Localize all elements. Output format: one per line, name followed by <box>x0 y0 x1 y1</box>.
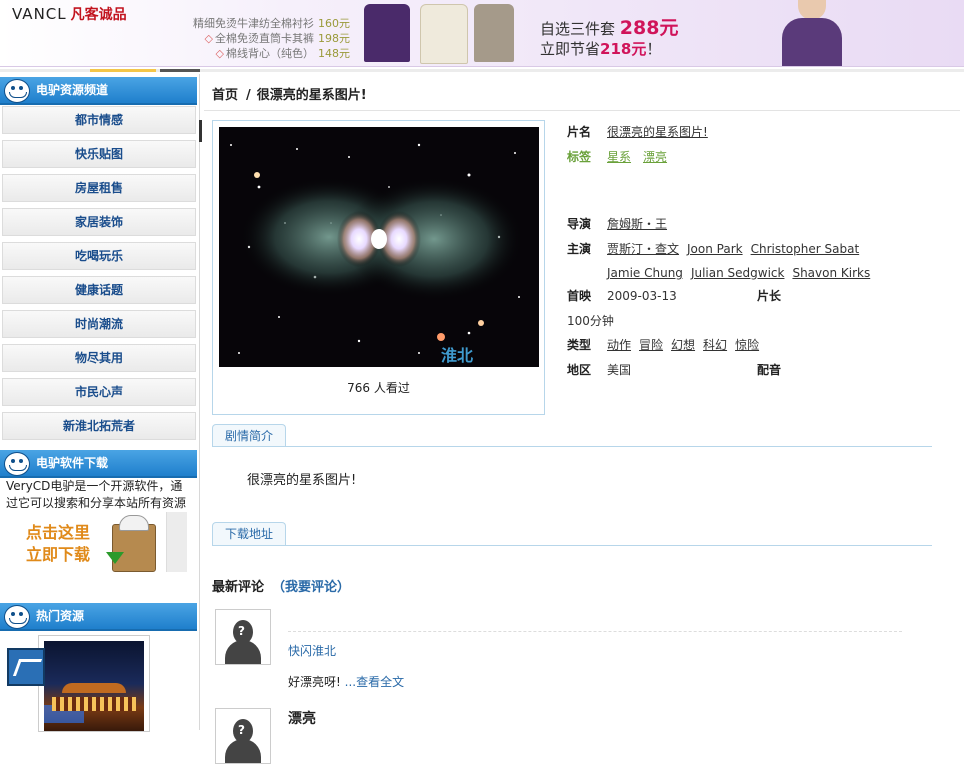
donkey-face-icon <box>4 452 30 476</box>
sidebar-item-home-decor[interactable]: 家居装饰 <box>2 208 196 236</box>
movie-name-link[interactable]: 很漂亮的星系图片! <box>607 125 708 139</box>
pants-image <box>474 4 514 62</box>
nebula-graphic: 淮北 <box>219 127 539 367</box>
tag-link[interactable]: 漂亮 <box>643 150 667 164</box>
tab-synopsis[interactable]: 剧情简介 <box>212 424 287 447</box>
vancl-logo[interactable]: VANCL 凡客诚品 <box>12 4 127 24</box>
breadcrumb: 首页 / 很漂亮的星系图片! <box>212 88 367 103</box>
sidebar-item-housing[interactable]: 房屋租售 <box>2 174 196 202</box>
tag-link[interactable]: 星系 <box>607 150 631 164</box>
release-date: 2009-03-13 <box>607 289 677 303</box>
region-value: 美国 <box>607 363 632 377</box>
hot-resource-icon[interactable] <box>7 648 45 686</box>
banner-offer: ◇ 棉线背心（纯色） 148元 <box>215 47 350 60</box>
cast-link[interactable]: Jamie Chung <box>607 266 683 280</box>
tab-divider <box>212 545 932 546</box>
poster-watermark: 淮北 <box>441 346 473 365</box>
tiananmen-night-image <box>44 641 144 731</box>
sweater-vest-image <box>364 4 410 62</box>
download-arrow-icon <box>106 552 124 564</box>
avatar[interactable]: ? <box>215 609 271 665</box>
synopsis-text: 很漂亮的星系图片! <box>247 473 357 488</box>
info-row-director: 导演 詹姆斯・王 <box>567 217 668 231</box>
header-divider-accent <box>90 69 156 72</box>
sidebar-channel-list: 都市情感 快乐贴图 房屋租售 家居装饰 吃喝玩乐 健康话题 时尚潮流 物尽其用 … <box>2 106 196 446</box>
genre-link[interactable]: 动作 <box>607 338 631 352</box>
movie-length: 100分钟 <box>567 314 614 328</box>
read-more-link[interactable]: ...查看全文 <box>345 675 404 689</box>
cast-link[interactable]: Shavon Kirks <box>792 266 870 280</box>
sidebar-divider-marker <box>199 120 202 142</box>
download-link[interactable]: 点击这里 立即下载 <box>26 522 90 566</box>
cast-link[interactable]: Christopher Sabat <box>751 242 860 256</box>
genre-link[interactable]: 冒险 <box>639 338 663 352</box>
sidebar-item-food-fun[interactable]: 吃喝玩乐 <box>2 242 196 270</box>
comments-header: 最新评论 （我要评论） <box>212 580 351 595</box>
software-scroll[interactable] <box>166 512 187 572</box>
sidebar-hot-header: 热门资源 <box>0 603 197 631</box>
donkey-face-icon <box>4 79 30 103</box>
genre-link[interactable]: 科幻 <box>703 338 727 352</box>
header-divider-accent <box>160 69 200 72</box>
breadcrumb-divider <box>204 110 960 111</box>
sidebar-item-fashion[interactable]: 时尚潮流 <box>2 310 196 338</box>
view-count: 766 人看过 <box>347 381 410 395</box>
breadcrumb-current: 很漂亮的星系图片! <box>256 88 367 103</box>
tab-divider <box>212 446 932 447</box>
sidebar-channel-header: 电驴资源频道 <box>0 77 197 105</box>
info-row-cast: 主演 贾斯汀・查文 Joon Park Christopher Sabat <box>567 242 860 256</box>
info-row-tags: 标签 星系 漂亮 <box>567 150 668 164</box>
comment-user-link[interactable]: 快闪淮北 <box>288 642 336 659</box>
banner-offer: 精细免烫牛津纺全棉衬衫 160元 <box>193 17 350 30</box>
banner-deal: 自选三件套 288元 立即节省218元！ <box>540 17 679 58</box>
sidebar-software-header: 电驴软件下载 <box>0 450 197 478</box>
hot-resource-thumbnail[interactable] <box>38 635 150 732</box>
vancl-ad-banner[interactable]: VANCL 凡客诚品 精细免烫牛津纺全棉衬衫 160元 ◇ 全棉免烫直筒卡其裤 198元… <box>0 0 964 67</box>
info-row-name: 片名 很漂亮的星系图片! <box>567 125 708 139</box>
sidebar-item-secondhand[interactable]: 物尽其用 <box>2 344 196 372</box>
genre-link[interactable]: 幻想 <box>671 338 695 352</box>
info-row-region: 地区 美国 <box>567 363 632 377</box>
banner-offers: 精细免烫牛津纺全棉衬衫 160元 ◇ 全棉免烫直筒卡其裤 198元 ◇ 棉线背心（纯色）… <box>180 16 350 61</box>
info-row-length: 片长 <box>757 289 782 303</box>
cast-link[interactable]: Julian Sedgwick <box>691 266 785 280</box>
avatar[interactable]: ? <box>215 708 271 764</box>
comment-text: 好漂亮呀! ...查看全文 <box>288 675 405 689</box>
sidebar-item-health[interactable]: 健康话题 <box>2 276 196 304</box>
genre-link[interactable]: 惊险 <box>735 338 759 352</box>
software-description: VeryCD电驴是一个开源软件，通过它可以搜索和分享本站所有资源 <box>6 479 187 510</box>
post-comment-link[interactable]: （我要评论） <box>272 580 350 595</box>
info-row-length-value: 100分钟 <box>567 312 614 329</box>
donkey-download-icon[interactable] <box>112 515 156 572</box>
director-link[interactable]: 詹姆斯・王 <box>607 217 667 231</box>
shirt-image <box>420 4 468 64</box>
info-row-cast-more: Jamie Chung Julian Sedgwick Shavon Kirks <box>607 266 878 280</box>
comment-divider <box>288 631 902 632</box>
comment-user: 漂亮 <box>288 711 316 727</box>
cast-link[interactable]: Joon Park <box>687 242 743 256</box>
banner-offer: ◇ 全棉免烫直筒卡其裤 198元 <box>204 32 350 45</box>
info-row-dub: 配音 <box>757 363 782 377</box>
breadcrumb-home[interactable]: 首页 <box>212 88 238 103</box>
info-row-release: 首映 2009-03-13 <box>567 289 677 303</box>
info-row-genre: 类型 动作 冒险 幻想 科幻 惊险 <box>567 338 760 352</box>
sidebar-divider <box>199 74 200 730</box>
sidebar-item-pioneers[interactable]: 新淮北拓荒者 <box>2 412 196 440</box>
tab-download[interactable]: 下载地址 <box>212 522 287 545</box>
donkey-face-icon <box>4 605 30 629</box>
cast-link[interactable]: 贾斯汀・查文 <box>607 242 679 256</box>
sidebar-item-urban-romance[interactable]: 都市情感 <box>2 106 196 134</box>
galaxy-poster-image[interactable]: 淮北 <box>219 127 539 367</box>
model-image <box>776 0 846 66</box>
poster-frame: 淮北 766 人看过 <box>212 120 545 415</box>
sidebar-item-citizen-voice[interactable]: 市民心声 <box>2 378 196 406</box>
sidebar-item-happy-posts[interactable]: 快乐贴图 <box>2 140 196 168</box>
